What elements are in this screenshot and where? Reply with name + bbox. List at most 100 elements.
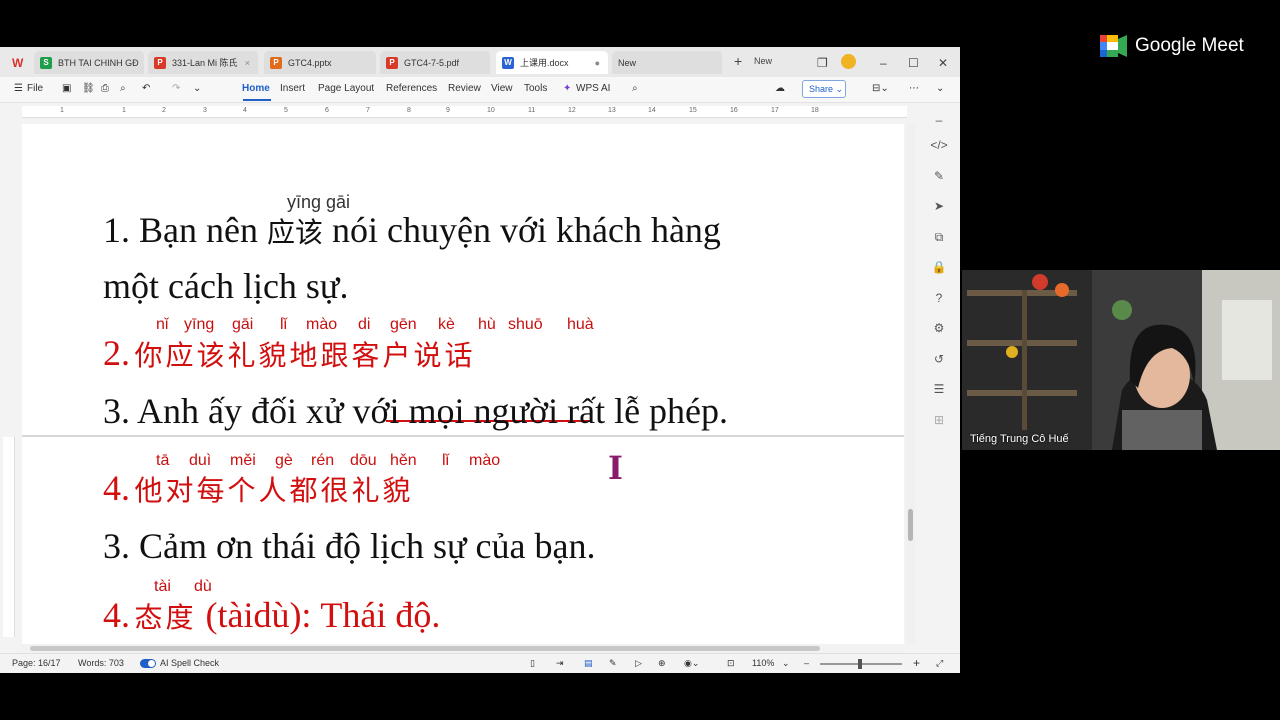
ruler-number: 5	[284, 107, 288, 114]
redo-icon[interactable]: ↷	[172, 83, 180, 94]
vertical-ruler[interactable]	[3, 437, 15, 637]
zoom-dropdown-icon[interactable]: ⌄	[782, 658, 790, 669]
collapse-icon[interactable]: –	[930, 111, 948, 129]
tab-bth-tai-chinh[interactable]: S BTH TAI CHINH GĐ	[34, 51, 144, 74]
document-page[interactable]: yīng gāi 1. Bạn nên 应该 nói chuyện với kh…	[22, 124, 904, 644]
cloud-icon[interactable]: ☁	[775, 83, 785, 94]
sentence-6: 4. 态度 (tàidù): Thái độ.	[103, 594, 440, 636]
close-window-icon[interactable]: ✕	[938, 56, 948, 70]
text-cursor-icon: I	[608, 449, 623, 487]
tab-331-lan-mi[interactable]: P 331-Lan Mi 陈氏 ×	[148, 51, 258, 74]
ruler-number: 16	[730, 107, 738, 114]
lock-icon[interactable]: 🔒	[930, 258, 948, 276]
horizontal-scroll-thumb[interactable]	[30, 646, 820, 651]
pinyin-syllable: gè	[275, 452, 293, 469]
menu-icon[interactable]: ☰	[14, 83, 23, 94]
vertical-scroll-thumb[interactable]	[908, 509, 913, 541]
new-tab-label[interactable]: New	[754, 56, 772, 66]
pinyin-syllable: dōu	[350, 452, 377, 469]
pinyin-syllable: dù	[194, 578, 212, 595]
file-menu[interactable]: File	[27, 83, 43, 94]
sentence-1a: 1. Bạn nên 应该 nói chuyện với khách hàng	[103, 209, 721, 251]
chevron-down-icon[interactable]: ⌄	[936, 83, 944, 94]
wps-logo-icon[interactable]: W	[12, 56, 23, 70]
preview-icon[interactable]: ⌕	[120, 83, 126, 94]
crop-icon[interactable]: ⧉	[930, 228, 948, 246]
menu-home[interactable]: Home	[242, 83, 270, 94]
pinyin-syllable: mào	[469, 452, 501, 469]
tab-gtc4-pptx[interactable]: P GTC4.pptx	[264, 51, 376, 74]
search-icon[interactable]: ⌕	[632, 83, 638, 94]
tab-label: BTH TAI CHINH GĐ	[58, 57, 139, 68]
menu-review[interactable]: Review	[448, 83, 481, 94]
menu-tools[interactable]: Tools	[524, 83, 547, 94]
tab-gtc4-pdf[interactable]: P GTC4-7-5.pdf	[380, 51, 490, 74]
spell-check-toggle[interactable]	[140, 659, 156, 668]
meet-title: Google Meet	[1135, 35, 1244, 56]
tab-label: GTC4-7-5.pdf	[404, 57, 460, 68]
tab-docx-active[interactable]: W 上课用.docx ●	[496, 51, 608, 74]
more-quick-icon[interactable]: ⌄	[193, 83, 201, 94]
zoom-out-icon[interactable]: –	[804, 658, 809, 668]
menu-view[interactable]: View	[491, 83, 513, 94]
share-button[interactable]: Share ⌄	[802, 80, 846, 98]
presentation-icon: P	[270, 56, 282, 69]
tab-label: New	[618, 57, 637, 68]
maximize-icon[interactable]: ☐	[908, 56, 919, 70]
print-icon[interactable]: ⎙	[101, 83, 109, 94]
menu-insert[interactable]: Insert	[280, 83, 305, 94]
close-icon[interactable]: ×	[245, 58, 250, 68]
grid-icon[interactable]: ⊞	[930, 411, 948, 429]
view-read-icon[interactable]: ▯	[530, 658, 535, 669]
help-icon[interactable]: ?	[930, 289, 948, 307]
save-icon[interactable]: ▣	[62, 83, 71, 94]
sentence-1a-cn: 应该	[266, 216, 323, 249]
more-icon[interactable]: ⋯	[909, 83, 919, 94]
history-icon[interactable]: ↺	[930, 350, 948, 368]
pinyin-syllable: di	[358, 316, 371, 333]
wps-ai-icon[interactable]: ✦	[563, 83, 571, 94]
modified-dot-icon[interactable]: ●	[595, 58, 600, 68]
view-outline-icon[interactable]: ⇥	[556, 658, 564, 669]
view-page-icon[interactable]: ▤	[584, 658, 593, 669]
wps-ai-button[interactable]: WPS AI	[576, 83, 610, 94]
participant-name: Tiếng Trung Cô Huế	[970, 433, 1069, 445]
participant-video[interactable]: Tiếng Trung Cô Huế	[962, 270, 1280, 450]
zoom-slider-thumb[interactable]	[858, 659, 862, 669]
pen-icon[interactable]: ✎	[930, 167, 948, 185]
pdf-icon: P	[386, 56, 398, 69]
zoom-level[interactable]: 110%	[752, 658, 774, 668]
avatar[interactable]	[841, 54, 856, 69]
page-indicator[interactable]: Page: 16/17	[12, 658, 61, 668]
code-icon[interactable]: </>	[930, 136, 948, 154]
pinyin-syllable: kè	[438, 316, 455, 333]
ruler-number: 3	[203, 107, 207, 114]
cursor-icon[interactable]: ➤	[930, 197, 948, 215]
layers-icon[interactable]: ☰	[930, 380, 948, 398]
menu-page-layout[interactable]: Page Layout	[318, 83, 374, 94]
fullscreen-icon[interactable]: ⤢	[936, 658, 943, 669]
play-icon[interactable]: ▷	[635, 658, 642, 669]
menu-references[interactable]: References	[386, 83, 437, 94]
settings-icon[interactable]: ⚙	[930, 319, 948, 337]
fit-icon[interactable]: ⊡	[727, 658, 735, 669]
window-tile-icon[interactable]: ❐	[817, 56, 828, 70]
tab-new[interactable]: New	[612, 51, 722, 74]
pen-mode-icon[interactable]: ✎	[609, 658, 617, 669]
word-count[interactable]: Words: 703	[78, 658, 124, 668]
vertical-scrollbar[interactable]	[906, 124, 915, 644]
link-icon[interactable]: ⛓	[82, 83, 95, 94]
add-tab-icon[interactable]: +	[734, 53, 742, 69]
google-meet-logo: Google Meet	[1100, 35, 1244, 57]
video-frame-icon	[962, 270, 1280, 450]
toolbar-toggle-icon[interactable]: ⊟⌄	[872, 83, 889, 94]
horizontal-scrollbar[interactable]	[22, 644, 904, 653]
minimize-icon[interactable]: –	[880, 56, 887, 70]
horizontal-ruler[interactable]: 1 1 2 3 4 5 6 7 8 9 10 11 12 13 14 15 16…	[22, 106, 907, 118]
eye-icon[interactable]: ◉⌄	[684, 658, 699, 669]
meet-logo-icon	[1100, 35, 1127, 57]
pinyin-syllable: shuō	[508, 316, 543, 333]
zoom-in-icon[interactable]: +	[913, 656, 920, 670]
undo-icon[interactable]: ↶	[142, 83, 150, 94]
web-icon[interactable]: ⊕	[658, 658, 666, 669]
